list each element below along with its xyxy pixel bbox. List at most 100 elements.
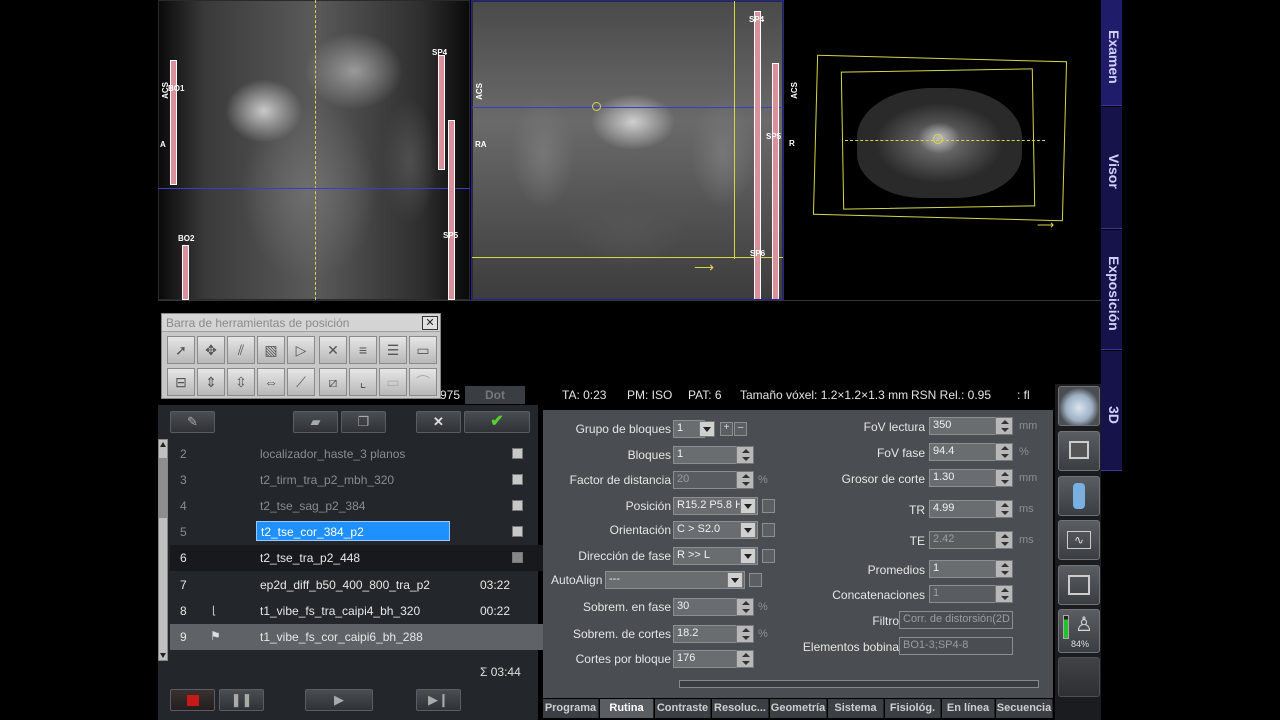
tab-rutina[interactable]: Rutina xyxy=(600,699,654,718)
patient-status-icon[interactable]: ♙ 84% xyxy=(1058,609,1100,653)
coronal-viewport[interactable]: SP4 ACS RA SP5 SP6 ⟶ xyxy=(471,0,784,300)
tab-3d[interactable]: 3D xyxy=(1101,351,1122,471)
chevron-down-icon[interactable] xyxy=(727,572,743,588)
grid-icon[interactable] xyxy=(1058,657,1100,697)
cancel-button[interactable]: ✕ xyxy=(416,411,461,433)
curve-icon[interactable]: ⌒ xyxy=(409,368,437,396)
param-value-field[interactable]: 20 xyxy=(673,471,738,489)
tab-resoluc[interactable]: Resoluc... xyxy=(712,699,769,718)
param-value-field[interactable]: BO1-3;SP4-8 xyxy=(899,637,1013,655)
patient-table-icon[interactable] xyxy=(1058,476,1100,516)
param-value-field[interactable]: 18.2 xyxy=(673,625,738,643)
spinner-icon[interactable] xyxy=(736,471,754,489)
display-icon[interactable] xyxy=(1058,565,1100,605)
param-value-field[interactable]: 1 xyxy=(929,560,997,578)
status-ta: TA: 0:23 xyxy=(562,388,607,402)
tab-programa[interactable]: Programa xyxy=(543,699,599,718)
parallel-lines-icon[interactable]: ⫽ xyxy=(227,336,255,364)
param-value-field[interactable]: 2.42 xyxy=(929,531,997,549)
edit-button[interactable]: ✎ xyxy=(170,411,215,433)
head-coil-icon[interactable] xyxy=(1058,386,1100,426)
dot-button[interactable]: Dot xyxy=(465,386,525,404)
param-value-field[interactable]: --- xyxy=(605,571,745,589)
tab-geometra[interactable]: Geometría xyxy=(770,699,827,718)
chevron-down-icon[interactable] xyxy=(740,498,756,514)
spinner-icon[interactable] xyxy=(995,469,1013,487)
skip-button[interactable]: ▶❙ xyxy=(416,689,461,711)
compress-vertical-icon[interactable]: ⇳ xyxy=(227,368,255,396)
tab-examen[interactable]: Examen xyxy=(1101,0,1122,106)
protocol-name: t2_tse_cor_384_p2 xyxy=(256,521,450,541)
spinner-icon[interactable] xyxy=(995,443,1013,461)
tab-3d-label: 3D xyxy=(1106,405,1122,424)
options-square-icon[interactable] xyxy=(762,549,775,563)
param-value-field[interactable]: Corr. de distorsión(2D xyxy=(899,611,1013,629)
spinner-icon[interactable] xyxy=(736,650,754,668)
protocol-name: localizador_haste_3 planos xyxy=(260,447,406,461)
oblique-grid-icon[interactable]: ⧄ xyxy=(319,368,347,396)
spinner-icon[interactable] xyxy=(995,560,1013,578)
options-square-icon[interactable] xyxy=(762,523,775,537)
hatched-block-icon[interactable]: ▧ xyxy=(257,336,285,364)
waveform-icon[interactable]: ∿ xyxy=(1058,520,1100,560)
plus-icon[interactable]: + xyxy=(720,422,733,436)
param-value-field[interactable]: 30 xyxy=(673,598,738,616)
apply-button[interactable]: ✔ xyxy=(464,411,530,433)
spinner-icon[interactable] xyxy=(995,500,1013,518)
align-horizontal-icon[interactable]: ⊟ xyxy=(167,368,195,396)
battery-level: 84% xyxy=(1071,639,1090,649)
step-icon[interactable]: ⌞ xyxy=(349,368,377,396)
chevron-down-icon[interactable] xyxy=(740,548,756,564)
tab-fisiolg[interactable]: Fisiológ. xyxy=(885,699,941,718)
comment-button[interactable]: ▰ xyxy=(293,411,338,433)
image-window-icon[interactable] xyxy=(1058,431,1100,471)
list-scrollbar[interactable] xyxy=(158,439,168,661)
toolbar-close-button[interactable]: ✕ xyxy=(422,316,438,330)
resize-slabs-icon[interactable]: ⇔ xyxy=(257,368,285,396)
minus-icon[interactable]: – xyxy=(734,422,747,436)
stop-button[interactable] xyxy=(170,689,215,711)
spinner-icon[interactable] xyxy=(736,598,754,616)
spinner-icon[interactable] xyxy=(995,417,1013,435)
select-pointer-icon[interactable]: ➚ xyxy=(167,336,195,364)
param-value-field[interactable]: 350 xyxy=(929,417,997,435)
options-square-icon[interactable] xyxy=(762,499,775,513)
param-value-field[interactable]: 1 xyxy=(673,446,738,464)
tab-secuencia[interactable]: Secuencia xyxy=(996,699,1053,718)
spinner-icon[interactable] xyxy=(995,531,1013,549)
spinner-icon[interactable] xyxy=(736,446,754,464)
shift-block-icon[interactable]: ▭ xyxy=(379,368,407,396)
param-value-field[interactable]: 1.30 xyxy=(929,469,997,487)
spinner-icon[interactable] xyxy=(736,625,754,643)
rotate-block-icon[interactable]: ⟋ xyxy=(287,368,315,396)
copy-button[interactable]: ❐ xyxy=(341,411,386,433)
tab-sistema[interactable]: Sistema xyxy=(828,699,884,718)
center-lines-icon[interactable]: ≡ xyxy=(349,336,377,364)
tab-exposicion[interactable]: Exposición xyxy=(1101,230,1122,350)
slab-icon[interactable]: ☰ xyxy=(379,336,407,364)
param-value-field[interactable]: 176 xyxy=(673,650,738,668)
expand-vertical-icon[interactable]: ⇕ xyxy=(197,368,225,396)
done-checkbox-icon xyxy=(512,526,523,537)
pause-button[interactable]: ❚❚ xyxy=(219,689,264,711)
tab-enlnea[interactable]: En línea xyxy=(942,699,995,718)
delete-cross-icon[interactable]: ✕ xyxy=(319,336,347,364)
sagittal-viewport[interactable]: ACS BO1 A BO2 SP4 SP5 xyxy=(158,0,470,300)
tab-visor[interactable]: Visor xyxy=(1101,107,1122,229)
param-value-field[interactable]: 1 xyxy=(929,585,997,603)
transversal-viewport[interactable]: ACS R ⟶ xyxy=(785,0,1100,300)
spinner-icon[interactable] xyxy=(995,585,1013,603)
total-time: Σ 03:44 xyxy=(480,665,521,679)
play-button[interactable]: ▶ xyxy=(305,689,373,711)
triangle-icon[interactable]: ▷ xyxy=(287,336,315,364)
frame-icon[interactable]: ▭ xyxy=(409,336,437,364)
options-square-icon[interactable] xyxy=(749,573,762,587)
param-value-field[interactable]: 94.4 xyxy=(929,443,997,461)
cor-label-sp4: SP4 xyxy=(749,15,765,24)
chevron-down-icon[interactable] xyxy=(699,421,715,437)
chevron-down-icon[interactable] xyxy=(740,522,756,538)
tab-contraste[interactable]: Contraste xyxy=(655,699,711,718)
move-icon[interactable]: ✥ xyxy=(197,336,225,364)
param-value-field[interactable]: 4.99 xyxy=(929,500,997,518)
done-checkbox-icon xyxy=(512,500,523,511)
